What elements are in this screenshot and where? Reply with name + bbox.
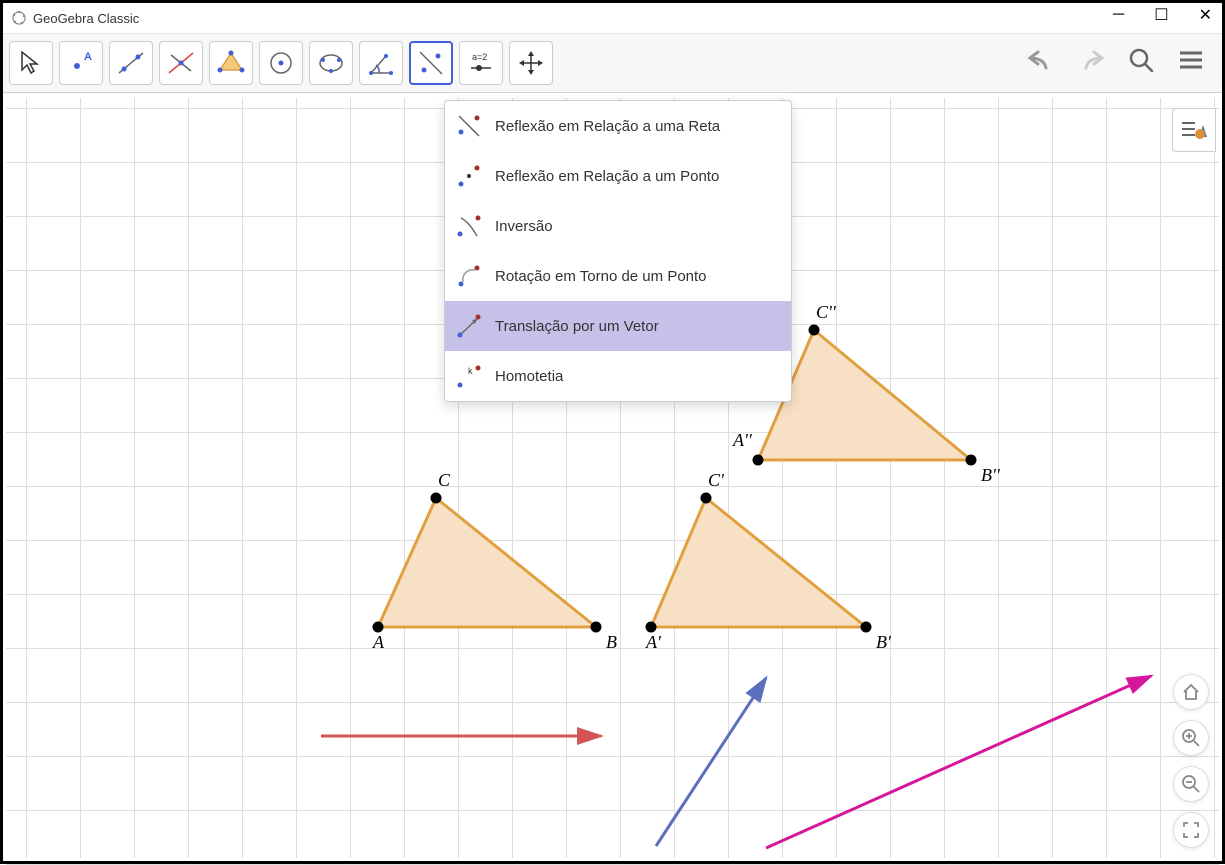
transform-dropdown: Reflexão em Relação a uma Reta Reflexão …	[444, 100, 792, 402]
close-button[interactable]: ✕	[1199, 5, 1212, 25]
svg-text:k: k	[468, 366, 473, 376]
point-label: A	[373, 632, 384, 653]
point-label: C	[438, 470, 450, 491]
rotate-icon	[455, 262, 483, 290]
search-button[interactable]	[1124, 43, 1158, 77]
point-label: A'	[646, 632, 661, 653]
maximize-button[interactable]: ☐	[1154, 5, 1168, 25]
svg-text:a=2: a=2	[472, 52, 487, 62]
home-button[interactable]	[1173, 674, 1209, 710]
tool-move[interactable]	[9, 41, 53, 85]
menu-translate-vector[interactable]: Translação por um Vetor	[445, 301, 791, 351]
point-label: B''	[981, 465, 1000, 486]
minimize-button[interactable]: ─	[1113, 6, 1124, 24]
tool-perpendicular[interactable]	[159, 41, 203, 85]
invert-icon	[455, 212, 483, 240]
tool-polygon[interactable]	[209, 41, 253, 85]
menu-item-label: Homotetia	[495, 368, 563, 385]
zoom-out-button[interactable]	[1173, 766, 1209, 802]
tool-transform[interactable]	[409, 41, 453, 85]
menu-dilate[interactable]: k Homotetia	[445, 351, 791, 401]
reflect-line-icon	[455, 112, 483, 140]
menu-item-label: Translação por um Vetor	[495, 318, 659, 335]
menu-item-label: Reflexão em Relação a um Ponto	[495, 168, 719, 185]
point-label: C''	[816, 302, 836, 323]
menu-invert[interactable]: Inversão	[445, 201, 791, 251]
point-label: B	[606, 632, 617, 653]
menu-reflect-point[interactable]: Reflexão em Relação a um Ponto	[445, 151, 791, 201]
translate-icon	[455, 312, 483, 340]
point-label: B'	[876, 632, 891, 653]
titlebar: GeoGebra Classic ─ ☐ ✕	[3, 3, 1222, 33]
menu-item-label: Inversão	[495, 218, 553, 235]
tool-ellipse[interactable]	[309, 41, 353, 85]
app-icon	[11, 10, 27, 26]
point-label: A''	[733, 430, 752, 451]
menu-item-label: Rotação em Torno de um Ponto	[495, 268, 707, 285]
menu-item-label: Reflexão em Relação a uma Reta	[495, 118, 720, 135]
menu-reflect-line[interactable]: Reflexão em Relação a uma Reta	[445, 101, 791, 151]
menu-rotate[interactable]: Rotação em Torno de um Ponto	[445, 251, 791, 301]
tool-slider[interactable]: a=2	[459, 41, 503, 85]
tool-move-view[interactable]	[509, 41, 553, 85]
reflect-point-icon	[455, 162, 483, 190]
main-toolbar: A a=2	[3, 33, 1222, 93]
tool-point[interactable]: A	[59, 41, 103, 85]
fullscreen-button[interactable]	[1173, 812, 1209, 848]
tool-circle[interactable]	[259, 41, 303, 85]
point-label: C'	[708, 470, 724, 491]
tool-angle[interactable]	[359, 41, 403, 85]
undo-button[interactable]	[1024, 43, 1058, 77]
svg-text:A: A	[84, 51, 92, 63]
graphics-view[interactable]: A B C A' B' C' A'' B'' C'' Reflexão em Relação a…	[6, 98, 1219, 858]
dilate-icon: k	[455, 362, 483, 390]
zoom-in-button[interactable]	[1173, 720, 1209, 756]
tool-line[interactable]	[109, 41, 153, 85]
window-title: GeoGebra Classic	[33, 11, 139, 26]
redo-button[interactable]	[1074, 43, 1108, 77]
style-panel-toggle[interactable]	[1172, 108, 1216, 152]
menu-button[interactable]	[1174, 43, 1208, 77]
